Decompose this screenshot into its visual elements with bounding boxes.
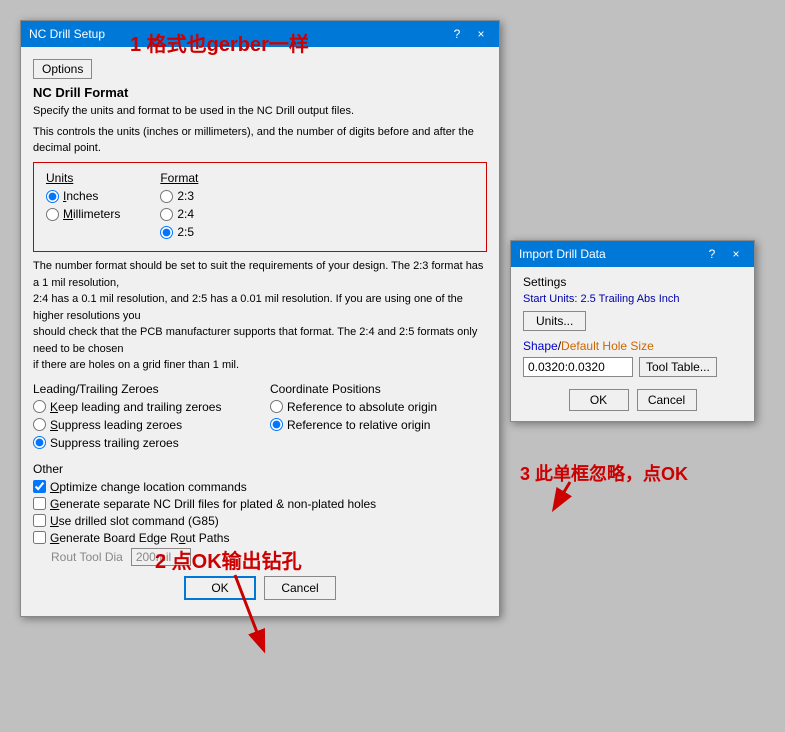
radio-cp2-row: Reference to relative origin (270, 418, 487, 432)
cb1-checkbox[interactable] (33, 480, 46, 493)
section-desc3: The number format should be set to suit … (33, 258, 487, 374)
close-button[interactable]: × (471, 25, 491, 43)
units-label: Units (46, 171, 120, 185)
leading-trailing-section: Leading/Trailing Zeroes Keep leading and… (33, 382, 250, 454)
import-help-button[interactable]: ? (702, 245, 722, 263)
format-23-label[interactable]: 2:3 (177, 189, 194, 203)
format-25-label[interactable]: 2:5 (177, 225, 194, 239)
millimeters-radio[interactable] (46, 208, 59, 221)
radio-cp1-row: Reference to absolute origin (270, 400, 487, 414)
titlebar-controls: ? × (447, 25, 491, 43)
import-titlebar: Import Drill Data ? × (511, 241, 754, 267)
inches-label[interactable]: Inches (63, 189, 98, 203)
import-titlebar-controls: ? × (702, 245, 746, 263)
cb3-row: Use drilled slot command (G85) (33, 514, 487, 528)
radio-lt3-row: Suppress trailing zeroes (33, 436, 250, 450)
annotation-3: 3 此单框忽略，点OK (520, 460, 688, 486)
cb4-checkbox[interactable] (33, 531, 46, 544)
radio-mm-row: Millimeters (46, 207, 120, 221)
format-col: Format 2:3 2:4 2:5 (160, 171, 198, 243)
cp2-radio[interactable] (270, 418, 283, 431)
format-23-radio[interactable] (160, 190, 173, 203)
cp1-label[interactable]: Reference to absolute origin (287, 400, 437, 414)
nc-drill-cancel-button[interactable]: Cancel (264, 576, 336, 600)
format-24-label[interactable]: 2:4 (177, 207, 194, 221)
nc-drill-ok-button[interactable]: OK (184, 576, 256, 600)
nc-drill-dialog: NC Drill Setup ? × Options NC Drill Form… (20, 20, 500, 617)
section-desc2: This controls the units (inches or milli… (33, 125, 487, 156)
import-close-button[interactable]: × (726, 245, 746, 263)
radio-f25-row: 2:5 (160, 225, 198, 239)
coord-label: Coordinate Positions (270, 382, 487, 396)
other-label: Other (33, 462, 487, 476)
nc-drill-title: NC Drill Setup (29, 27, 105, 41)
import-units-button[interactable]: Units... (523, 311, 586, 331)
hole-size-input[interactable] (523, 357, 633, 377)
format-25-radio[interactable] (160, 226, 173, 239)
lt3-radio[interactable] (33, 436, 46, 449)
nc-drill-titlebar: NC Drill Setup ? × (21, 21, 499, 47)
lt-label: Leading/Trailing Zeroes (33, 382, 250, 396)
cb3-label[interactable]: Use drilled slot command (G85) (50, 514, 219, 528)
lt3-label[interactable]: Suppress trailing zeroes (50, 436, 179, 450)
hole-size-row: Tool Table... (523, 357, 742, 377)
cb3-checkbox[interactable] (33, 514, 46, 527)
inches-radio[interactable] (46, 190, 59, 203)
cp2-label[interactable]: Reference to relative origin (287, 418, 430, 432)
radio-inches-row: Inches (46, 189, 120, 203)
import-ok-button[interactable]: OK (569, 389, 629, 411)
cb1-label[interactable]: Optimize change location commands (50, 480, 247, 494)
lt2-radio[interactable] (33, 418, 46, 431)
coordinate-section: Coordinate Positions Reference to absolu… (270, 382, 487, 454)
import-content: Settings Start Units: 2.5 Trailing Abs I… (511, 267, 754, 421)
other-section: Other Optimize change location commands … (33, 462, 487, 566)
format-24-radio[interactable] (160, 208, 173, 221)
import-title: Import Drill Data (519, 247, 606, 261)
radio-lt1-row: Keep leading and trailing zeroes (33, 400, 250, 414)
format-label: Format (160, 171, 198, 185)
nc-drill-content: Options NC Drill Format Specify the unit… (21, 47, 499, 616)
millimeters-label[interactable]: Millimeters (63, 207, 120, 221)
lt2-label[interactable]: Suppress leading zeroes (50, 418, 182, 432)
radio-f23-row: 2:3 (160, 189, 198, 203)
nc-drill-buttons: OK Cancel (33, 566, 487, 606)
tool-table-button[interactable]: Tool Table... (639, 357, 717, 377)
lt1-label[interactable]: Keep leading and trailing zeroes (50, 400, 221, 414)
two-col-section: Leading/Trailing Zeroes Keep leading and… (33, 382, 487, 454)
menu-bar: Options (33, 55, 487, 85)
cb2-checkbox[interactable] (33, 497, 46, 510)
help-button[interactable]: ? (447, 25, 467, 43)
cb1-row: Optimize change location commands (33, 480, 487, 494)
radio-f24-row: 2:4 (160, 207, 198, 221)
rout-tool-dia-input[interactable] (131, 548, 191, 566)
section-title: NC Drill Format (33, 85, 487, 100)
units-col: Units Inches Millimeters (46, 171, 120, 243)
cb2-label[interactable]: Generate separate NC Drill files for pla… (50, 497, 376, 511)
import-start-units: Start Units: 2.5 Trailing Abs Inch (523, 293, 742, 305)
rout-tool-dia-label: Rout Tool Dia (51, 550, 123, 564)
rout-row: Rout Tool Dia (33, 548, 487, 566)
import-buttons: OK Cancel (523, 385, 742, 411)
section-desc1: Specify the units and format to be used … (33, 104, 487, 119)
radio-lt2-row: Suppress leading zeroes (33, 418, 250, 432)
units-format-box: Units Inches Millimeters Format 2:3 (33, 162, 487, 252)
cb4-row: Generate Board Edge Rout Paths (33, 531, 487, 545)
import-settings-label: Settings (523, 275, 742, 289)
import-drill-dialog: Import Drill Data ? × Settings Start Uni… (510, 240, 755, 422)
cb2-row: Generate separate NC Drill files for pla… (33, 497, 487, 511)
cb4-label[interactable]: Generate Board Edge Rout Paths (50, 531, 229, 545)
import-hole-size-label: Shape/Default Hole Size (523, 339, 742, 353)
lt1-radio[interactable] (33, 400, 46, 413)
options-menu-button[interactable]: Options (33, 59, 92, 79)
cp1-radio[interactable] (270, 400, 283, 413)
import-cancel-button[interactable]: Cancel (637, 389, 697, 411)
